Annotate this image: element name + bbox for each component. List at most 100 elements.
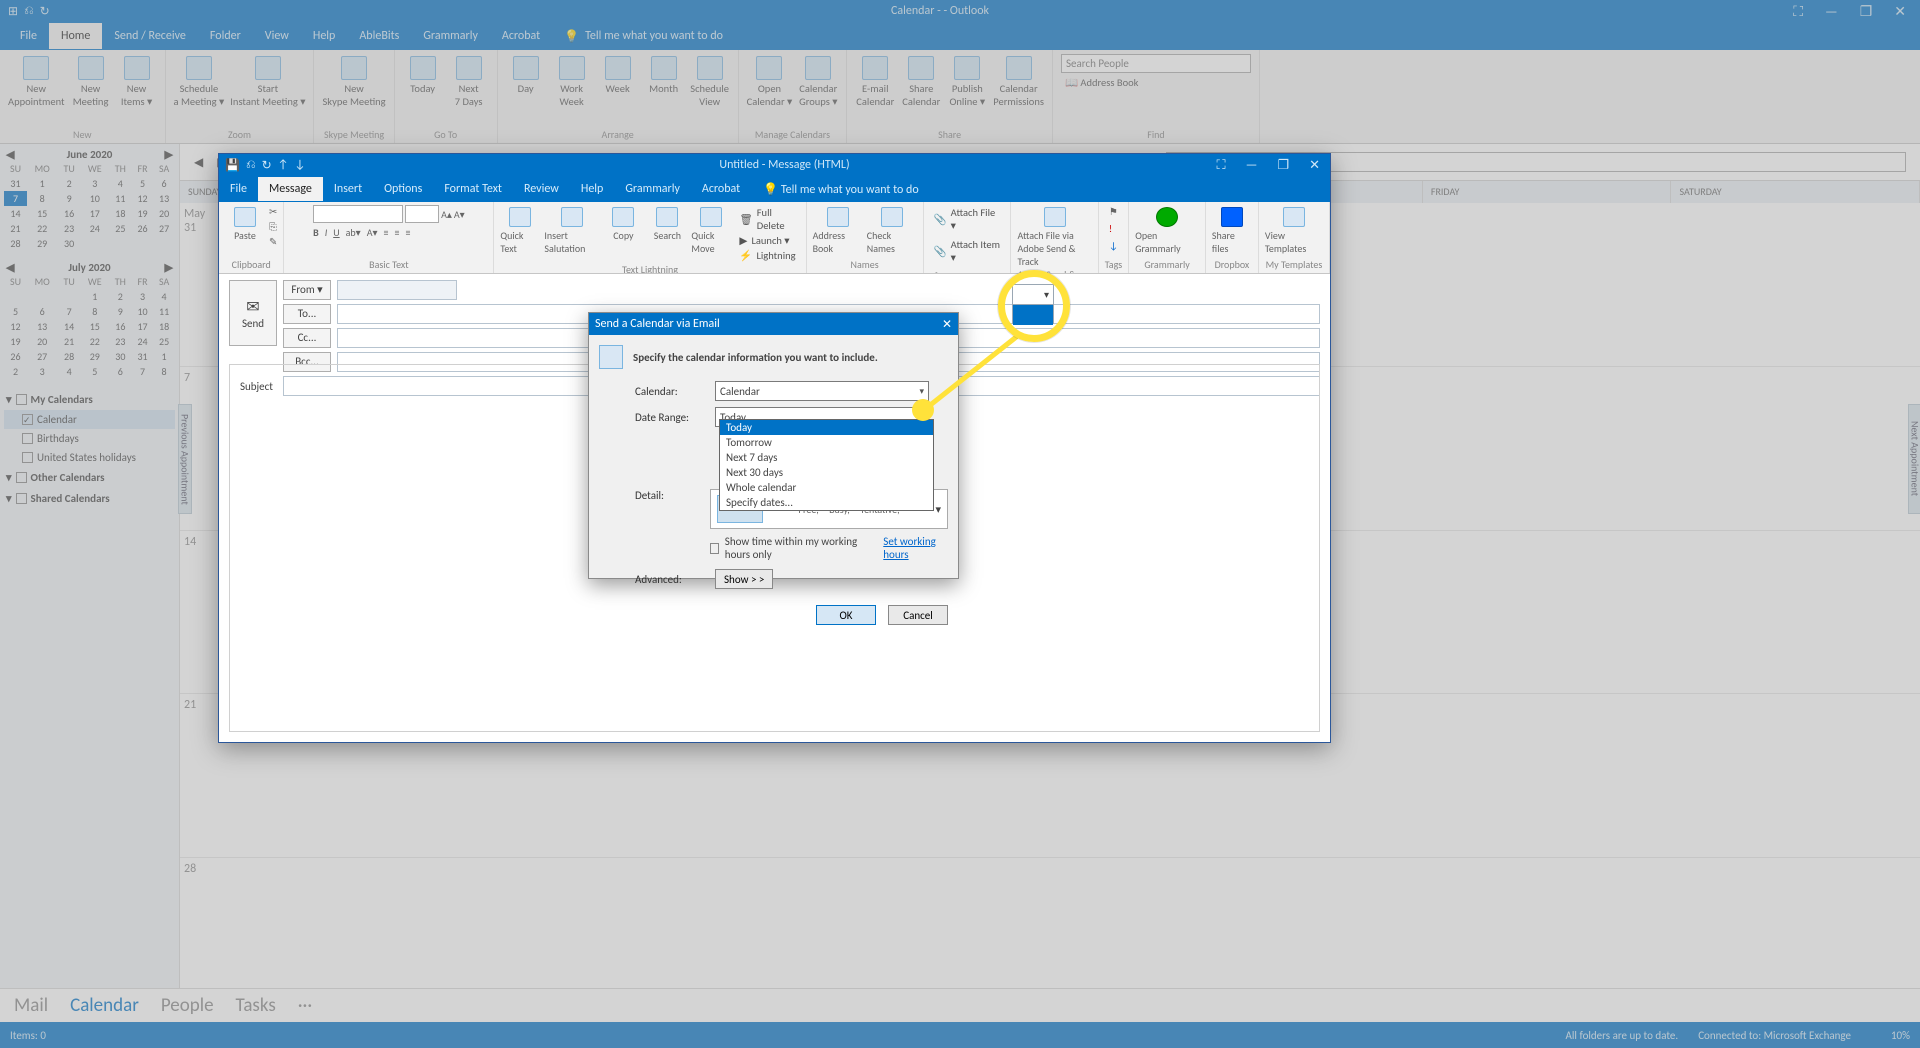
ribbon-display-icon[interactable]: ⛶ xyxy=(1793,3,1803,20)
search-button[interactable]: Search xyxy=(647,205,687,242)
minical-day[interactable]: 24 xyxy=(132,334,153,349)
msg-menu-tab-message[interactable]: Message xyxy=(258,177,323,201)
next-month-icon[interactable]: ▶ xyxy=(165,261,173,274)
status-zoom[interactable]: 10% xyxy=(1891,1029,1910,1042)
minical-day[interactable]: 7 xyxy=(57,304,81,319)
check-names-button[interactable]: Check Names xyxy=(867,205,917,255)
mode-people[interactable]: People xyxy=(161,994,214,1017)
minical-day[interactable]: 15 xyxy=(81,319,109,334)
next-month-icon[interactable]: ▶ xyxy=(165,148,173,161)
menu-tab-acrobat[interactable]: Acrobat xyxy=(490,23,552,49)
minical-day[interactable]: 13 xyxy=(153,191,175,206)
minical-day[interactable]: 10 xyxy=(132,304,153,319)
checkbox[interactable] xyxy=(22,433,33,444)
working-hours-checkbox[interactable] xyxy=(710,543,719,554)
minical-day[interactable]: 25 xyxy=(109,221,132,236)
nav-item-calendar[interactable]: Calendar xyxy=(4,410,175,429)
minical-day[interactable]: 30 xyxy=(109,349,132,364)
msg-menu-tab-format-text[interactable]: Format Text xyxy=(433,177,513,201)
minical-day[interactable]: 23 xyxy=(109,334,132,349)
to-button[interactable]: To... xyxy=(283,304,331,324)
minical-day[interactable] xyxy=(57,289,81,304)
minical-day[interactable] xyxy=(81,236,109,251)
minical-day[interactable]: 13 xyxy=(27,319,57,334)
open-calendar--button[interactable]: OpenCalendar ▾ xyxy=(747,54,793,108)
qat-undo[interactable]: ⎌ xyxy=(24,4,34,19)
minical-day[interactable] xyxy=(109,236,132,251)
open-grammarly-button[interactable]: Open Grammarly xyxy=(1135,205,1199,255)
minical-day[interactable]: 1 xyxy=(27,176,57,191)
minical-day[interactable] xyxy=(132,236,153,251)
minical-day[interactable]: 24 xyxy=(81,221,109,236)
minical-day[interactable]: 6 xyxy=(27,304,57,319)
dialog-close-button[interactable]: ✕ xyxy=(942,317,952,332)
menu-tab-send-receive[interactable]: Send / Receive xyxy=(102,23,198,49)
minical-day[interactable]: 9 xyxy=(109,304,132,319)
minical-day[interactable]: 27 xyxy=(27,349,57,364)
minical-day[interactable]: 17 xyxy=(132,319,153,334)
minical-day[interactable]: 2 xyxy=(4,364,27,379)
launch-button[interactable]: ▶ Launch ▾ xyxy=(735,233,799,248)
highlight-icon[interactable]: ab▾ xyxy=(346,226,361,239)
quick-text-button[interactable]: Quick Text xyxy=(500,205,540,255)
minicalendar-june[interactable]: ◀June 2020▶SUMOTUWETHFRSA311234567891011… xyxy=(4,148,175,251)
start-instant-meeting--button[interactable]: StartInstant Meeting ▾ xyxy=(230,54,305,108)
minical-day[interactable]: 29 xyxy=(27,236,57,251)
cc-button[interactable]: Cc... xyxy=(283,328,331,348)
next-appointment-handle[interactable]: Next Appointment xyxy=(1908,404,1920,514)
previous-appointment-handle[interactable]: Previous Appointment xyxy=(178,404,192,514)
nav-group-shared-calendars[interactable]: ▾ Shared Calendars xyxy=(4,488,175,509)
lightning-button[interactable]: ⚡ Lightning xyxy=(735,248,799,263)
minical-day[interactable]: 5 xyxy=(4,304,27,319)
msg-menu-tab-review[interactable]: Review xyxy=(513,177,570,201)
message-ribbon-display-icon[interactable]: ⛶ xyxy=(1217,158,1226,173)
minical-day[interactable]: 8 xyxy=(81,304,109,319)
nav-item-birthdays[interactable]: Birthdays xyxy=(4,429,175,448)
minical-day[interactable]: 9 xyxy=(57,191,81,206)
nav-group-other-calendars[interactable]: ▾ Other Calendars xyxy=(4,467,175,488)
set-working-hours-link[interactable]: Set working hours xyxy=(883,535,948,561)
message-maximize-button[interactable]: ❐ xyxy=(1277,158,1289,173)
publish-online--button[interactable]: PublishOnline ▾ xyxy=(947,54,987,108)
checkbox[interactable] xyxy=(22,452,33,463)
menu-tab-grammarly[interactable]: Grammarly xyxy=(411,23,490,49)
date-range-option[interactable]: Next 7 days xyxy=(720,450,933,465)
msg-tell-me[interactable]: 💡 Tell me what you want to do xyxy=(763,182,919,197)
qat-down-icon[interactable]: ↓ xyxy=(295,158,306,173)
minical-day[interactable]: 25 xyxy=(153,334,175,349)
work-week-button[interactable]: WorkWeek xyxy=(552,54,592,108)
message-minimize-button[interactable]: — xyxy=(1246,158,1258,173)
minical-day[interactable]: 14 xyxy=(4,206,27,221)
underline-button[interactable]: U xyxy=(333,226,339,239)
minical-day[interactable]: 30 xyxy=(57,236,81,251)
minical-day[interactable]: 17 xyxy=(81,206,109,221)
minical-day[interactable]: 8 xyxy=(27,191,57,206)
minical-day[interactable]: 12 xyxy=(132,191,153,206)
shrink-font-icon[interactable]: A▾ xyxy=(454,208,465,221)
grow-font-icon[interactable]: A▴ xyxy=(441,208,452,221)
minical-day[interactable]: 10 xyxy=(81,191,109,206)
search-people-input[interactable] xyxy=(1061,54,1251,73)
minical-day[interactable]: 11 xyxy=(153,304,175,319)
minical-day[interactable] xyxy=(153,236,175,251)
minimize-button[interactable]: — xyxy=(1825,3,1838,20)
menu-tab-folder[interactable]: Folder xyxy=(198,23,253,49)
date-range-option[interactable]: Specify dates... xyxy=(720,495,933,510)
attach-item-button[interactable]: 📎 Attach Item ▾ xyxy=(930,237,1005,265)
minical-day[interactable]: 16 xyxy=(109,319,132,334)
mode-tasks[interactable]: Tasks xyxy=(236,994,276,1017)
message-close-button[interactable]: ✕ xyxy=(1309,158,1320,173)
minical-day[interactable]: 20 xyxy=(27,334,57,349)
minical-day[interactable]: 14 xyxy=(57,319,81,334)
qat-redo-icon[interactable]: ↻ xyxy=(262,158,272,173)
minical-day[interactable]: 31 xyxy=(132,349,153,364)
address-book-button[interactable]: Address Book xyxy=(813,205,863,255)
share-calendar-button[interactable]: ShareCalendar xyxy=(901,54,941,108)
paste-button[interactable]: Paste xyxy=(225,205,265,242)
minical-day[interactable]: 3 xyxy=(132,289,153,304)
msg-menu-tab-file[interactable]: File xyxy=(219,177,258,201)
full-delete-button[interactable]: 🗑 Full Delete xyxy=(735,205,799,233)
view-templates-button[interactable]: View Templates xyxy=(1265,205,1323,255)
minical-day[interactable]: 1 xyxy=(153,349,175,364)
msg-menu-tab-options[interactable]: Options xyxy=(373,177,433,201)
